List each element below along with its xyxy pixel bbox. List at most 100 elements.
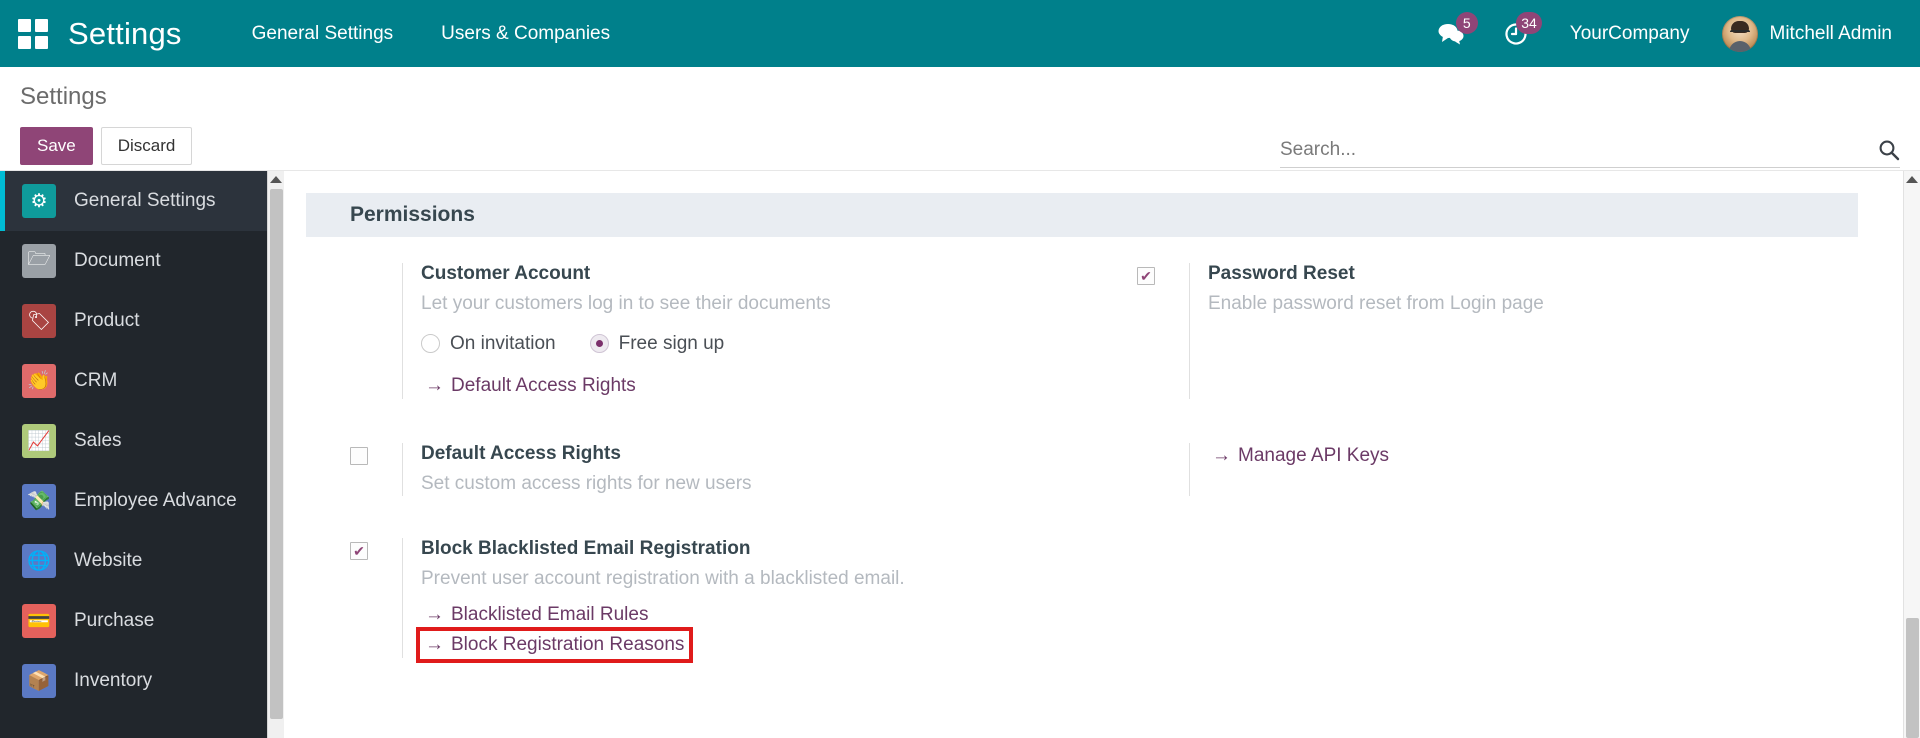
- folder-icon: 🗁: [22, 244, 56, 278]
- arrow-right-icon: →: [1212, 445, 1231, 467]
- sidebar-item-product[interactable]: 🏷 Product: [0, 291, 284, 351]
- field-body: → Manage API Keys: [1189, 443, 1393, 497]
- arrow-right-icon: →: [425, 634, 444, 656]
- link-group: → Default Access Rights: [421, 373, 831, 399]
- sidebar-item-document[interactable]: 🗁 Document: [0, 231, 284, 291]
- link-label: Block Registration Reasons: [451, 634, 684, 656]
- checkbox-slot-empty: [350, 263, 402, 399]
- messages-button[interactable]: 5: [1418, 0, 1484, 67]
- action-buttons: Save Discard: [20, 127, 192, 165]
- apps-grid-icon[interactable]: [18, 19, 48, 49]
- scrollbar-thumb[interactable]: [270, 189, 283, 719]
- setting-password-reset: Password Reset Enable password reset fro…: [1093, 263, 1880, 399]
- sidebar-item-purchase[interactable]: 💳 Purchase: [0, 591, 284, 651]
- scrollbar-thumb[interactable]: [1906, 618, 1919, 738]
- handshake-icon: 👏: [22, 364, 56, 398]
- sidebar-item-label: Product: [74, 310, 139, 332]
- sidebar-item-employee-advance[interactable]: 💸 Employee Advance: [0, 471, 284, 531]
- user-name: Mitchell Admin: [1770, 23, 1893, 45]
- sidebar-item-label: Inventory: [74, 670, 152, 692]
- field-title: Customer Account: [421, 263, 831, 285]
- setting-customer-account: Customer Account Let your customers log …: [306, 263, 1093, 399]
- discard-button[interactable]: Discard: [101, 127, 193, 165]
- arrow-right-icon: →: [425, 604, 444, 626]
- brand-title[interactable]: Settings: [68, 16, 182, 52]
- setting-default-access-rights: Default Access Rights Set custom access …: [306, 443, 1093, 497]
- link-blacklisted-email-rules[interactable]: → Blacklisted Email Rules: [421, 602, 652, 628]
- section-title-permissions: Permissions: [306, 193, 1858, 237]
- link-group: → Blacklisted Email Rules → Block Regist…: [421, 602, 905, 658]
- sidebar-item-website[interactable]: 🌐 Website: [0, 531, 284, 591]
- nav-menu: General Settings Users & Companies: [228, 0, 634, 67]
- user-menu[interactable]: Mitchell Admin: [1712, 16, 1901, 52]
- scroll-up-arrow-icon[interactable]: [270, 176, 282, 183]
- field-description: Enable password reset from Login page: [1208, 291, 1544, 317]
- credit-card-icon: 💳: [22, 604, 56, 638]
- sidebar-item-crm[interactable]: 👏 CRM: [0, 351, 284, 411]
- settings-content: Permissions Customer Account Let your cu…: [284, 171, 1920, 738]
- sidebar-item-label: Purchase: [74, 610, 154, 632]
- box-icon: 📦: [22, 664, 56, 698]
- arrow-right-icon: →: [425, 375, 444, 397]
- radio-group-customer-account: On invitation Free sign up: [421, 333, 831, 355]
- link-block-registration-reasons[interactable]: → Block Registration Reasons: [421, 632, 688, 658]
- tag-icon: 🏷: [22, 304, 56, 338]
- gear-icon: ⚙: [22, 184, 56, 218]
- sidebar-item-label: General Settings: [74, 190, 216, 212]
- sidebar-item-label: Employee Advance: [74, 490, 237, 512]
- apps-grid-tile: [35, 36, 48, 49]
- sidebar-item-inventory[interactable]: 📦 Inventory: [0, 651, 284, 711]
- sidebar-item-label: CRM: [74, 370, 117, 392]
- activities-badge: 34: [1516, 12, 1542, 34]
- sidebar-item-sales[interactable]: 📈 Sales: [0, 411, 284, 471]
- settings-row: Block Blacklisted Email Registration Pre…: [306, 496, 1880, 658]
- checkbox-slot-empty: [1137, 443, 1189, 497]
- field-title: Block Blacklisted Email Registration: [421, 538, 905, 560]
- avatar: [1722, 16, 1758, 52]
- link-label: Manage API Keys: [1238, 445, 1389, 467]
- radio-free-sign-up[interactable]: Free sign up: [590, 333, 725, 355]
- checkbox-password-reset[interactable]: [1137, 267, 1155, 285]
- radio-button-selected[interactable]: [590, 334, 609, 353]
- radio-on-invitation[interactable]: On invitation: [421, 333, 556, 355]
- company-switcher[interactable]: YourCompany: [1548, 23, 1712, 45]
- nav-item-general-settings[interactable]: General Settings: [228, 0, 418, 67]
- search-icon[interactable]: [1878, 139, 1900, 161]
- field-body: Default Access Rights Set custom access …: [402, 443, 752, 497]
- field-body: Block Blacklisted Email Registration Pre…: [402, 538, 905, 658]
- checkbox-block-blacklisted-email[interactable]: [350, 542, 368, 560]
- search-input[interactable]: [1280, 139, 1878, 161]
- globe-cursor-icon: 🌐: [22, 544, 56, 578]
- sidebar-item-label: Sales: [74, 430, 122, 452]
- top-navbar: Settings General Settings Users & Compan…: [0, 0, 1920, 67]
- checkbox-default-access-rights[interactable]: [350, 447, 368, 465]
- link-group: → Manage API Keys: [1208, 443, 1393, 469]
- radio-button[interactable]: [421, 334, 440, 353]
- activities-button[interactable]: 34: [1484, 0, 1548, 67]
- sidebar-scrollbar[interactable]: [267, 171, 284, 738]
- control-panel: Settings Save Discard: [0, 67, 1920, 171]
- navbar-right-group: 5 34 YourCompany Mitchell Admin: [1418, 0, 1900, 67]
- save-button[interactable]: Save: [20, 127, 93, 165]
- link-manage-api-keys[interactable]: → Manage API Keys: [1208, 443, 1393, 469]
- link-label: Blacklisted Email Rules: [451, 604, 648, 626]
- breadcrumb: Settings: [20, 83, 107, 111]
- field-title: Default Access Rights: [421, 443, 752, 465]
- permissions-block: Permissions Customer Account Let your cu…: [306, 171, 1920, 658]
- sidebar-item-general-settings[interactable]: ⚙ General Settings: [0, 171, 284, 231]
- field-body: Password Reset Enable password reset fro…: [1189, 263, 1544, 399]
- settings-sidebar: ⚙ General Settings 🗁 Document 🏷 Product …: [0, 171, 284, 738]
- sidebar-item-label: Document: [74, 250, 161, 272]
- apps-grid-tile: [18, 19, 31, 32]
- checkbox-slot: [1137, 263, 1189, 399]
- nav-item-users-companies[interactable]: Users & Companies: [417, 0, 634, 67]
- scroll-up-arrow-icon[interactable]: [1906, 176, 1918, 183]
- link-label: Default Access Rights: [451, 375, 636, 397]
- setting-block-blacklisted-email-registration: Block Blacklisted Email Registration Pre…: [306, 538, 1093, 658]
- link-default-access-rights[interactable]: → Default Access Rights: [421, 373, 640, 399]
- settings-row: Default Access Rights Set custom access …: [306, 399, 1880, 497]
- sidebar-item-label: Website: [74, 550, 142, 572]
- field-description: Set custom access rights for new users: [421, 471, 752, 497]
- content-scrollbar[interactable]: [1903, 171, 1920, 738]
- setting-empty-slot: [1093, 538, 1880, 658]
